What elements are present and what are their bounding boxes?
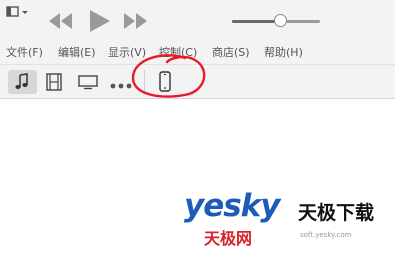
previous-track-icon[interactable] bbox=[47, 11, 75, 31]
watermark-site-name: 天极下载 bbox=[298, 202, 375, 224]
menu-file[interactable]: 文件(F) bbox=[6, 46, 43, 60]
watermark-url: soft.yesky.com bbox=[300, 231, 352, 239]
next-track-icon[interactable] bbox=[122, 11, 150, 31]
music-note-icon bbox=[15, 73, 28, 89]
tv-icon[interactable] bbox=[78, 74, 98, 90]
play-icon[interactable] bbox=[88, 8, 112, 34]
music-button[interactable] bbox=[8, 70, 37, 94]
watermark-sub-name: 天极网 bbox=[204, 229, 253, 248]
menu-help[interactable]: 帮助(H) bbox=[264, 46, 303, 60]
volume-slider-thumb[interactable] bbox=[273, 14, 287, 27]
film-icon[interactable] bbox=[45, 73, 63, 91]
menu-store[interactable]: 商店(S) bbox=[212, 46, 250, 60]
window-menu-icon[interactable] bbox=[6, 4, 34, 20]
annotation-circle bbox=[131, 54, 206, 98]
yesky-logo: yesky bbox=[184, 188, 281, 224]
menu-edit[interactable]: 编辑(E) bbox=[58, 46, 96, 60]
